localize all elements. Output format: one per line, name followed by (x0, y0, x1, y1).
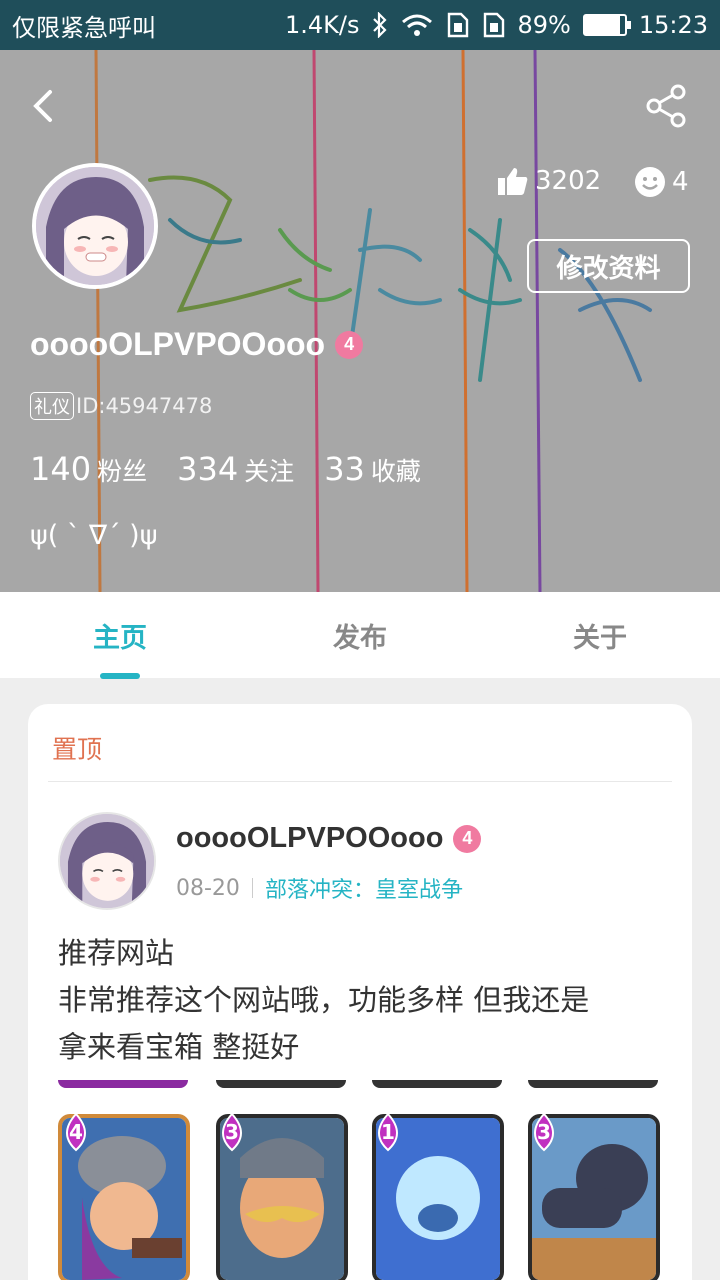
pinned-label: 置顶 (52, 735, 103, 764)
elixir-badge: 3 (534, 1112, 554, 1152)
avatar-image (60, 814, 154, 908)
post-date: 08-20 (176, 875, 240, 901)
favorites-stat[interactable]: 33 收藏 (324, 450, 421, 488)
card-image-strip[interactable]: 4 3 1 3 (52, 1080, 672, 1280)
card-row-top (528, 1080, 658, 1088)
card-row-top (372, 1080, 502, 1088)
likes-stat: 3202 (497, 166, 601, 196)
thumbs-up-icon (498, 168, 528, 195)
smiley-icon (635, 167, 665, 197)
card-row-top (216, 1080, 346, 1088)
elixir-cost: 3 (225, 1120, 239, 1144)
post-category[interactable]: 部落冲突：皇室战争 (265, 872, 463, 904)
favorites-label: 收藏 (370, 457, 421, 486)
battery-percent: 89% (517, 11, 571, 39)
post-text-line-1: 非常推荐这个网站哦，功能多样 但我还是 (58, 983, 590, 1017)
card-row-top (58, 1080, 188, 1088)
post-meta: 08-20 部落冲突：皇室战争 (176, 872, 463, 904)
profile-header: 3202 4 修改资料 ooooOLPVPOOooo 4 礼仪 ID:45947… (0, 50, 720, 592)
profile-counts: 140 粉丝 334 关注 33 收藏 (30, 450, 421, 488)
elixir-cost: 1 (381, 1120, 395, 1144)
following-count: 334 (177, 450, 239, 488)
bio: ψ( ` ∇´ )ψ (30, 520, 158, 551)
meta-separator (251, 878, 253, 898)
status-right: 1.4K/s 89% 15:23 (285, 11, 708, 39)
clock: 15:23 (638, 11, 708, 39)
calligraphy-background (0, 50, 720, 592)
faces-stat: 4 (634, 166, 689, 198)
sim1-icon (445, 12, 469, 38)
user-id: ID:45947478 (76, 394, 213, 418)
elixir-badge: 1 (378, 1112, 398, 1152)
battery-icon (582, 14, 631, 36)
status-bar: 仅限紧急呼叫 1.4K/s 89% 15:23 (0, 0, 720, 50)
level-badge: 4 (335, 330, 364, 359)
post-title: 推荐网站 (58, 936, 175, 970)
followers-count: 140 (30, 450, 92, 488)
username-row: ooooOLPVPOOooo 4 (30, 326, 364, 363)
post-text-line-2: 拿来看宝箱 整挺好 (58, 1030, 300, 1064)
sim2-icon (481, 12, 505, 38)
level-badge: 4 (453, 824, 482, 853)
tab-posts[interactable]: 发布 (240, 592, 480, 678)
pinned-post-card[interactable]: 置顶 ooooOLPVPOOooo 4 08-20 部落冲突：皇室战争 推荐网站… (28, 704, 692, 1280)
profile-tabs: 主页 发布 关于 (0, 592, 720, 678)
back-button[interactable] (26, 84, 66, 128)
bluetooth-icon (371, 12, 389, 38)
elixir-badge: 3 (222, 1112, 242, 1152)
elixir-badge: 4 (66, 1112, 86, 1152)
share-button[interactable] (644, 84, 690, 128)
id-tag: 礼仪 (30, 392, 74, 420)
post-username-row: ooooOLPVPOOooo 4 (176, 822, 482, 855)
followers-stat[interactable]: 140 粉丝 (30, 450, 147, 488)
elixir-cost: 4 (69, 1120, 83, 1144)
avatar[interactable] (32, 163, 158, 289)
username: ooooOLPVPOOooo (30, 326, 326, 362)
following-label: 关注 (244, 457, 295, 486)
post-avatar[interactable] (58, 812, 156, 910)
tab-home[interactable]: 主页 (0, 592, 240, 678)
favorites-count: 33 (324, 450, 365, 488)
tab-about[interactable]: 关于 (480, 592, 720, 678)
divider (48, 781, 672, 782)
avatar-image (36, 167, 154, 285)
tab-indicator (100, 673, 140, 679)
share-icon (646, 84, 686, 128)
carrier-text: 仅限紧急呼叫 (12, 13, 156, 42)
back-arrow-icon (33, 90, 52, 122)
edit-profile-button[interactable]: 修改资料 (527, 239, 690, 293)
following-stat[interactable]: 334 关注 (177, 450, 294, 488)
network-speed: 1.4K/s (284, 11, 360, 39)
post-body[interactable]: 推荐网站 非常推荐这个网站哦，功能多样 但我还是 拿来看宝箱 整挺好 (58, 930, 668, 1071)
wifi-icon (401, 13, 433, 37)
faces-count: 4 (672, 167, 689, 197)
elixir-cost: 3 (537, 1120, 551, 1144)
likes-count: 3202 (535, 166, 602, 196)
followers-label: 粉丝 (97, 457, 148, 486)
id-row: 礼仪 ID:45947478 (30, 392, 212, 420)
post-username[interactable]: ooooOLPVPOOooo (176, 822, 443, 855)
